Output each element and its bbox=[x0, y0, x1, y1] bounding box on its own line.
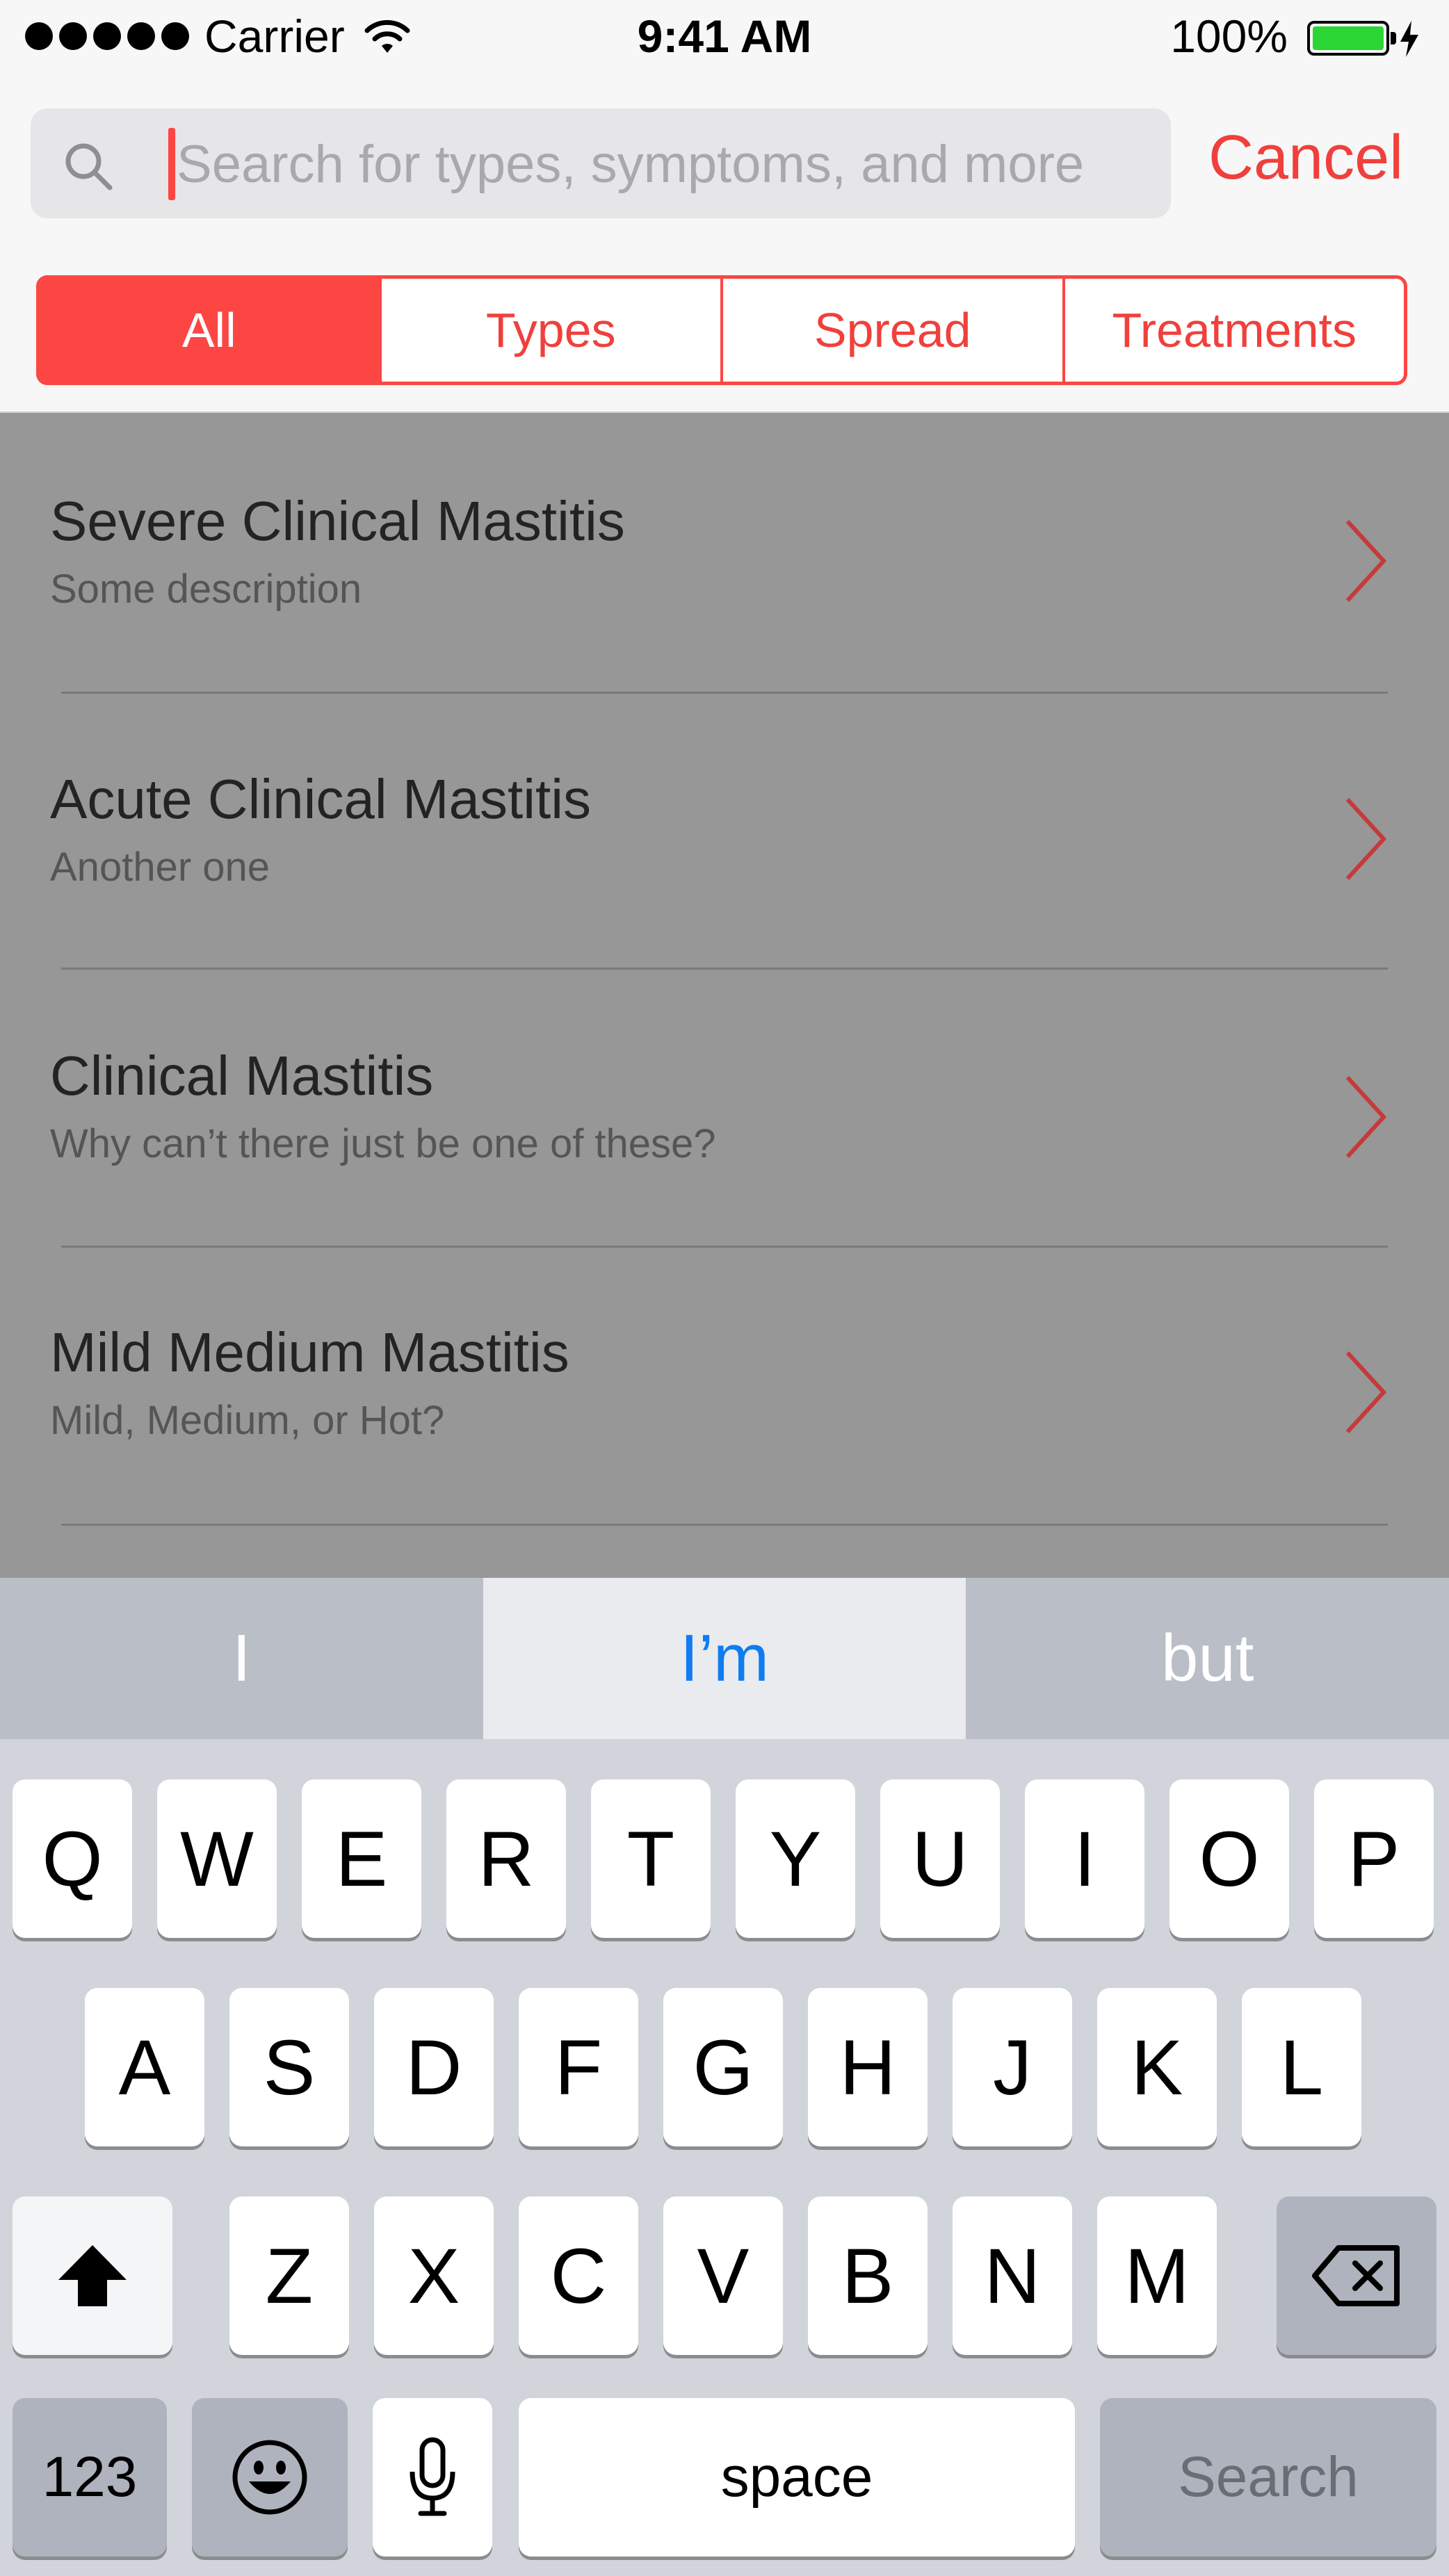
tab-spread[interactable]: Spread bbox=[720, 279, 1062, 382]
text-cursor bbox=[168, 128, 175, 200]
chevron-right-icon bbox=[1345, 1351, 1387, 1434]
delete-key[interactable] bbox=[1277, 2196, 1436, 2355]
search-icon bbox=[65, 143, 113, 190]
list-item-title: Clinical Mastitis bbox=[50, 1045, 434, 1107]
search-key[interactable]: Search bbox=[1100, 2398, 1436, 2557]
key-a[interactable]: A bbox=[85, 1988, 204, 2146]
key-j[interactable]: J bbox=[953, 1988, 1072, 2146]
row-divider bbox=[61, 1524, 1388, 1526]
key-e[interactable]: E bbox=[302, 1779, 421, 1938]
list-item[interactable]: Mild Medium Mastitis Mild, Medium, or Ho… bbox=[0, 1248, 1449, 1526]
charging-bolt-icon bbox=[1400, 21, 1418, 57]
list-item-title: Acute Clinical Mastitis bbox=[50, 768, 592, 830]
key-l[interactable]: L bbox=[1242, 1988, 1361, 2146]
chevron-right-icon bbox=[1345, 797, 1387, 881]
shift-arrow-icon bbox=[58, 2245, 127, 2306]
microphone-icon bbox=[410, 2437, 455, 2516]
key-p[interactable]: P bbox=[1314, 1779, 1434, 1938]
key-t[interactable]: T bbox=[591, 1779, 711, 1938]
list-item-subtitle: Another one bbox=[50, 845, 270, 890]
key-d[interactable]: D bbox=[374, 1988, 494, 2146]
battery-percentage: 100% bbox=[1170, 10, 1288, 62]
battery-icon bbox=[1307, 21, 1396, 56]
key-i[interactable]: I bbox=[1025, 1779, 1144, 1938]
backspace-icon bbox=[1312, 2245, 1400, 2306]
key-m[interactable]: M bbox=[1097, 2196, 1217, 2355]
list-item-title: Mild Medium Mastitis bbox=[50, 1321, 569, 1383]
emoji-key[interactable] bbox=[192, 2398, 348, 2557]
space-key[interactable]: space bbox=[519, 2398, 1075, 2557]
results-list: Severe Clinical Mastitis Some descriptio… bbox=[0, 411, 1449, 1579]
key-s[interactable]: S bbox=[229, 1988, 349, 2146]
key-f[interactable]: F bbox=[519, 1988, 638, 2146]
dictation-key[interactable] bbox=[373, 2398, 492, 2557]
list-item-subtitle: Mild, Medium, or Hot? bbox=[50, 1398, 445, 1443]
search-input[interactable] bbox=[175, 122, 1151, 206]
key-k[interactable]: K bbox=[1097, 1988, 1217, 2146]
prediction-suggestion[interactable]: I’m bbox=[483, 1578, 966, 1739]
key-b[interactable]: B bbox=[808, 2196, 928, 2355]
key-r[interactable]: R bbox=[446, 1779, 566, 1938]
tab-treatments[interactable]: Treatments bbox=[1062, 279, 1405, 382]
tab-types[interactable]: Types bbox=[378, 279, 721, 382]
numbers-key[interactable]: 123 bbox=[13, 2398, 167, 2557]
key-c[interactable]: C bbox=[519, 2196, 638, 2355]
list-item[interactable]: Clinical Mastitis Why can’t there just b… bbox=[0, 970, 1449, 1248]
key-h[interactable]: H bbox=[808, 1988, 928, 2146]
cancel-button[interactable]: Cancel bbox=[1208, 122, 1403, 194]
prediction-suggestion[interactable]: but bbox=[966, 1578, 1449, 1739]
key-z[interactable]: Z bbox=[229, 2196, 349, 2355]
list-item[interactable]: Severe Clinical Mastitis Some descriptio… bbox=[0, 413, 1449, 694]
key-o[interactable]: O bbox=[1169, 1779, 1289, 1938]
emoji-icon bbox=[232, 2440, 307, 2515]
row-divider bbox=[61, 968, 1388, 970]
key-w[interactable]: W bbox=[157, 1779, 277, 1938]
keyboard: Q W E R T Y U I O P A S D F G H J K L Z … bbox=[0, 1739, 1449, 2576]
key-v[interactable]: V bbox=[663, 2196, 783, 2355]
search-field[interactable] bbox=[31, 108, 1171, 218]
key-n[interactable]: N bbox=[953, 2196, 1072, 2355]
row-divider bbox=[61, 1246, 1388, 1248]
list-item-subtitle: Why can’t there just be one of these? bbox=[50, 1121, 716, 1166]
tab-all[interactable]: All bbox=[40, 279, 379, 382]
chevron-right-icon bbox=[1345, 519, 1387, 603]
key-g[interactable]: G bbox=[663, 1988, 783, 2146]
predictive-text-bar: I I’m but bbox=[0, 1578, 1449, 1739]
key-y[interactable]: Y bbox=[736, 1779, 855, 1938]
key-q[interactable]: Q bbox=[13, 1779, 132, 1938]
prediction-suggestion[interactable]: I bbox=[0, 1578, 483, 1739]
shift-key[interactable] bbox=[13, 2196, 172, 2355]
key-x[interactable]: X bbox=[374, 2196, 494, 2355]
filter-segmented-control: All Types Spread Treatments bbox=[36, 275, 1407, 385]
key-u[interactable]: U bbox=[880, 1779, 1000, 1938]
chevron-right-icon bbox=[1345, 1075, 1387, 1159]
list-item[interactable]: Acute Clinical Mastitis Another one bbox=[0, 692, 1449, 970]
list-item-title: Severe Clinical Mastitis bbox=[50, 490, 625, 552]
status-bar: Carrier 9:41 AM 100% bbox=[0, 0, 1449, 76]
list-item-subtitle: Some description bbox=[50, 566, 362, 612]
